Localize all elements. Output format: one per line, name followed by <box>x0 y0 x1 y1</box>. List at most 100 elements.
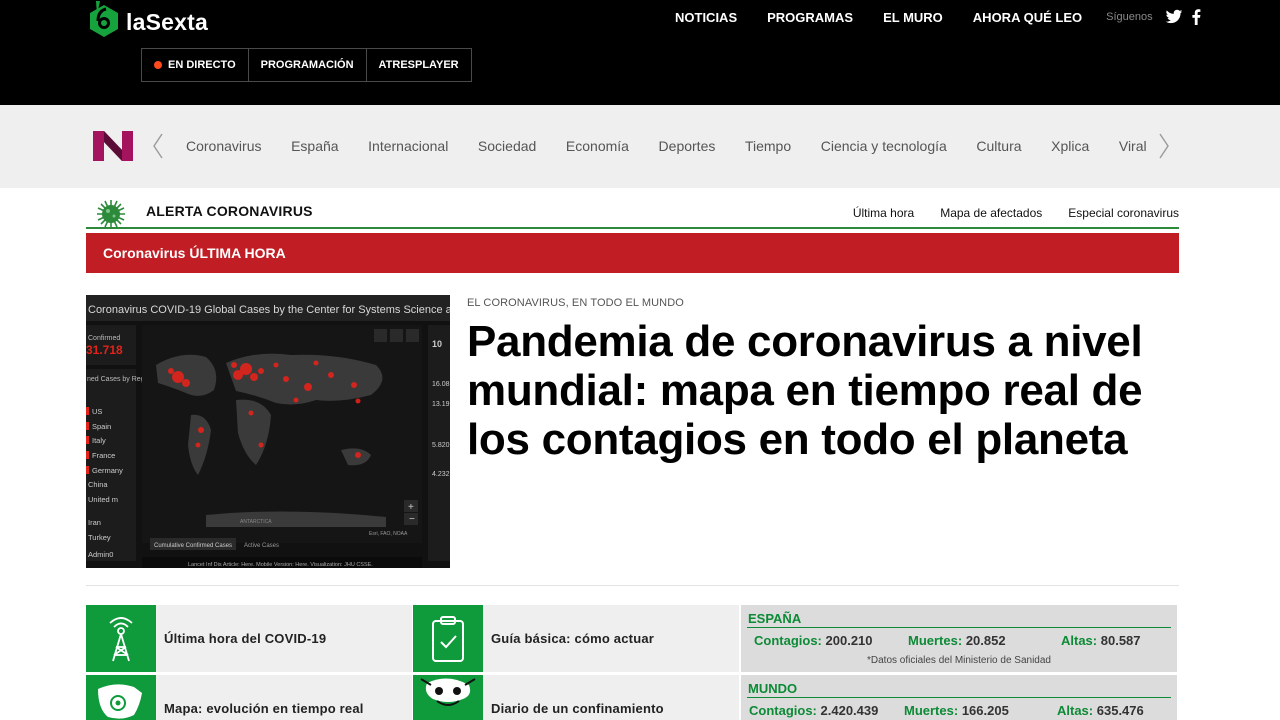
alert-title: ALERTA CORONAVIRUS <box>146 203 313 219</box>
tile-mapa-evolucion[interactable]: Mapa: evolución en tiempo real <box>86 675 412 720</box>
lead-kicker: EL CORONAVIRUS, EN TODO EL MUNDO <box>467 297 684 309</box>
stat-label: Contagios: <box>749 703 817 718</box>
stat-value: 166.205 <box>961 703 1009 718</box>
stat-label: Muertes: <box>908 633 963 648</box>
mapa-afectados-link[interactable]: Mapa de afectados <box>940 206 1042 220</box>
follow-label: Síguenos <box>1106 11 1153 23</box>
ultima-hora-link[interactable]: Última hora <box>853 206 914 220</box>
tile-icon-bg <box>86 675 156 720</box>
category-coronavirus[interactable]: Coronavirus <box>186 138 261 154</box>
tile-icon-bg <box>86 605 156 672</box>
category-list: Coronavirus España Internacional Socieda… <box>186 138 1176 154</box>
category-bar: Coronavirus España Internacional Socieda… <box>0 105 1280 188</box>
dashboard-country: Spain <box>92 422 111 431</box>
atresplayer-link[interactable]: ATRESPLAYER <box>367 49 471 81</box>
dashboard-right-value: 5.820 <box>432 442 450 449</box>
chevron-right-icon[interactable] <box>1157 132 1171 160</box>
stat-altas: Altas: 80.587 <box>1061 633 1141 648</box>
category-tiempo[interactable]: Tiempo <box>745 138 791 154</box>
dashboard-footer: Lancet Inf Dis Article: Here. Mobile Ver… <box>188 562 373 568</box>
lead-image[interactable]: Coronavirus COVID-19 Global Cases by the… <box>86 295 450 568</box>
stat-value: 200.210 <box>825 633 873 648</box>
category-espana[interactable]: España <box>291 138 338 154</box>
live-bar: EN DIRECTO PROGRAMACIÓN ATRESPLAYER <box>141 48 472 82</box>
stats-row-spain: Contagios: 200.210 Muertes: 20.852 Altas… <box>754 633 1167 648</box>
alert-links: Última hora Mapa de afectados Especial c… <box>827 206 1179 220</box>
programacion-link[interactable]: PROGRAMACIÓN <box>249 49 367 81</box>
especial-coronavirus-link[interactable]: Especial coronavirus <box>1068 206 1179 220</box>
dashboard-country: Italy <box>92 436 106 445</box>
dashboard-right-value: 13.19 <box>432 401 450 408</box>
stat-value: 2.420.439 <box>820 703 879 718</box>
category-cultura[interactable]: Cultura <box>976 138 1021 154</box>
stat-label: Contagios: <box>754 633 822 648</box>
virus-icon <box>97 200 125 228</box>
stat-muertes: Muertes: 166.205 <box>904 703 1057 718</box>
facebook-icon[interactable] <box>1191 9 1201 25</box>
stat-value: 80.587 <box>1100 633 1141 648</box>
covid-dashboard-image: Coronavirus COVID-19 Global Cases by the… <box>86 295 450 568</box>
dashboard-country: Germany <box>92 466 123 475</box>
stats-world: MUNDO Contagios: 2.420.439 Muertes: 166.… <box>741 675 1177 720</box>
category-xplica[interactable]: Xplica <box>1051 138 1089 154</box>
svg-text:−: − <box>409 514 415 525</box>
stat-contagios: Contagios: 2.420.439 <box>749 703 904 718</box>
live-dot-icon <box>154 61 162 69</box>
lasexta-logo-icon <box>90 1 118 37</box>
stat-label: Altas: <box>1061 633 1098 648</box>
site-header: laSexta NOTICIAS PROGRAMAS EL MURO AHORA… <box>0 0 1280 105</box>
dashboard-country: US <box>92 407 102 416</box>
nav-el-muro[interactable]: EL MURO <box>883 10 943 25</box>
dashboard-confirmed-value: 31.718 <box>86 343 123 357</box>
category-ciencia-tecnologia[interactable]: Ciencia y tecnología <box>821 138 947 154</box>
stats-source-note: *Datos oficiales del Ministerio de Sanid… <box>867 655 1051 666</box>
stat-value: 20.852 <box>965 633 1006 648</box>
stats-rule <box>747 697 1171 698</box>
breaking-bar[interactable]: Coronavirus ÚLTIMA HORA <box>86 233 1179 273</box>
nav-ahora-que-leo[interactable]: AHORA QUÉ LEO <box>973 10 1082 25</box>
stat-muertes: Muertes: 20.852 <box>908 633 1061 648</box>
dashboard-right-value: 10 <box>432 339 442 349</box>
main-nav: NOTICIAS PROGRAMAS EL MURO AHORA QUÉ LEO… <box>675 9 1209 25</box>
stats-region-spain: ESPAÑA <box>748 611 802 626</box>
dashboard-country: France <box>92 451 115 460</box>
stat-contagios: Contagios: 200.210 <box>754 633 908 648</box>
twitter-icon[interactable] <box>1165 9 1183 25</box>
lead-headline[interactable]: Pandemia de coronavirus a nivel mundial:… <box>467 317 1167 464</box>
stat-label: Muertes: <box>904 703 959 718</box>
category-deportes[interactable]: Deportes <box>659 138 716 154</box>
tile-ultima-hora[interactable]: Última hora del COVID-19 <box>86 605 412 672</box>
chevron-left-icon[interactable] <box>151 132 165 160</box>
live-link[interactable]: EN DIRECTO <box>142 49 249 81</box>
tile-icon-bg <box>413 675 483 720</box>
category-internacional[interactable]: Internacional <box>368 138 448 154</box>
nav-programas[interactable]: PROGRAMAS <box>767 10 853 25</box>
live-label: EN DIRECTO <box>168 59 236 71</box>
stat-value: 635.476 <box>1096 703 1144 718</box>
dashboard-confirmed-label: Confirmed <box>88 335 120 342</box>
category-viral[interactable]: Viral <box>1119 138 1147 154</box>
antenna-icon <box>109 617 133 662</box>
illustration-icon <box>413 675 483 720</box>
dashboard-country: Admin0 <box>88 550 113 559</box>
tile-label: Última hora del COVID-19 <box>164 631 327 646</box>
lasexta-noticias-logo-icon[interactable] <box>92 130 134 162</box>
stat-label: Altas: <box>1057 703 1094 718</box>
breaking-bar-label: Coronavirus ÚLTIMA HORA <box>103 245 286 261</box>
tile-guia-basica[interactable]: Guía básica: cómo actuar <box>413 605 739 672</box>
svg-text:+: + <box>408 502 414 513</box>
dashboard-attribution: Esri, FAO, NOAA <box>369 531 408 537</box>
category-economia[interactable]: Economía <box>566 138 629 154</box>
logo-text: laSexta <box>126 8 208 35</box>
dashboard-tab: Cumulative Confirmed Cases <box>154 543 232 549</box>
stats-region-world: MUNDO <box>748 681 798 696</box>
tile-diario-confinamiento[interactable]: Diario de un confinamiento <box>413 675 739 720</box>
tile-icon-bg <box>413 605 483 672</box>
category-sociedad[interactable]: Sociedad <box>478 138 536 154</box>
dashboard-country: Iran <box>88 518 101 527</box>
clipboard-check-icon <box>432 616 464 662</box>
dashboard-tab: Active Cases <box>244 543 279 549</box>
dashboard-title: Coronavirus COVID-19 Global Cases by the… <box>88 304 450 316</box>
site-logo[interactable]: laSexta <box>86 0 208 40</box>
nav-noticias[interactable]: NOTICIAS <box>675 10 737 25</box>
